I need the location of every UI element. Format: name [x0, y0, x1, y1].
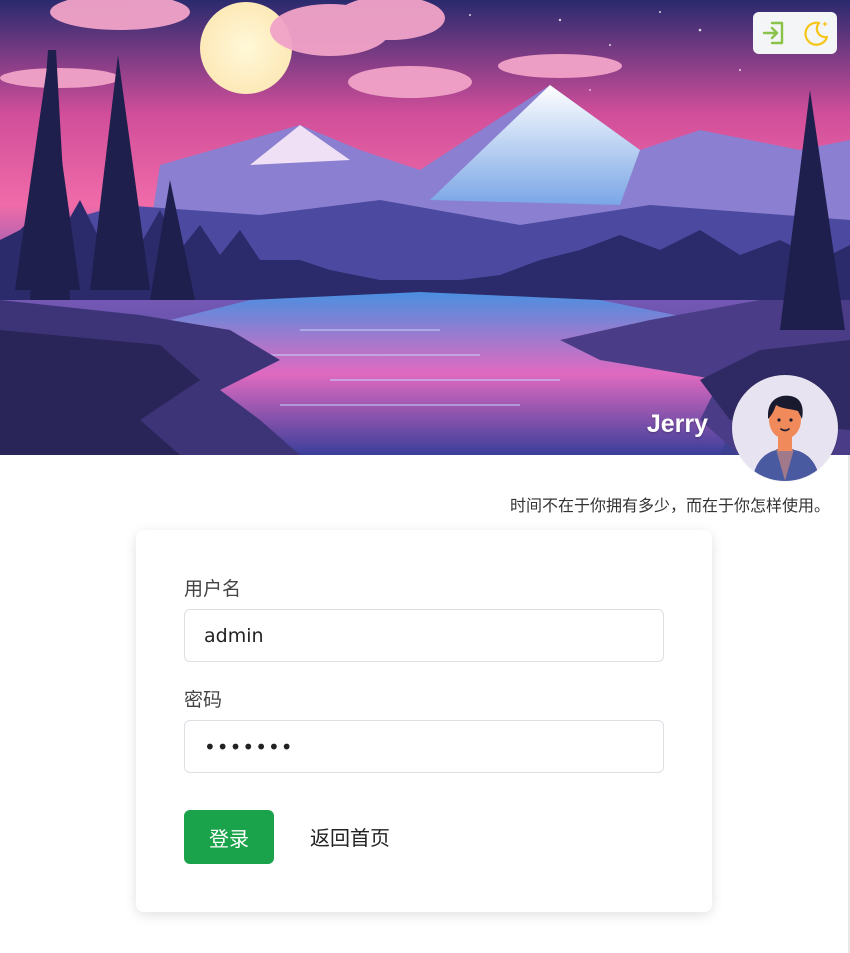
login-icon	[762, 21, 784, 45]
user-name: Jerry	[646, 410, 708, 438]
avatar-illustration	[732, 375, 838, 481]
login-card: 用户名 admin 密码 ••••••• 登录 返回首页	[136, 530, 712, 912]
avatar[interactable]	[732, 375, 838, 481]
login-submit-button[interactable]: 登录	[184, 810, 274, 864]
header-banner	[0, 0, 850, 455]
password-input[interactable]: •••••••	[184, 720, 664, 773]
login-button[interactable]	[759, 18, 789, 48]
motto-text: 时间不在于你拥有多少，而在于你怎样使用。	[509, 496, 830, 515]
dark-mode-moon-icon	[804, 21, 829, 46]
landscape-illustration	[0, 0, 850, 455]
password-label: 密码	[184, 689, 223, 711]
back-home-link[interactable]: 返回首页	[310, 822, 390, 851]
theme-toggle-button[interactable]	[801, 18, 831, 48]
password-value: •••••••	[204, 734, 294, 759]
username-label: 用户名	[184, 578, 242, 600]
username-input[interactable]: admin	[184, 609, 664, 662]
header-actions	[753, 12, 837, 54]
username-value: admin	[204, 624, 264, 647]
